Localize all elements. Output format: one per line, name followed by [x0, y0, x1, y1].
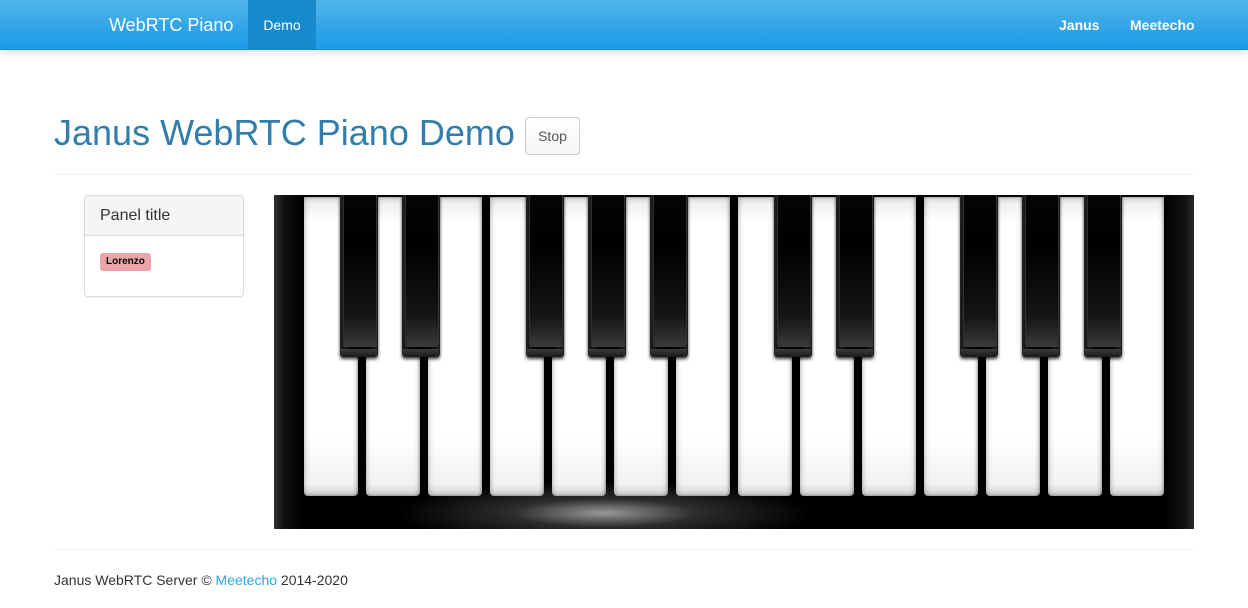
participant-label: Lorenzo	[100, 253, 151, 271]
header-divider	[54, 174, 1194, 175]
piano-black-key[interactable]	[402, 195, 440, 357]
footer-divider	[54, 549, 1194, 550]
footer: Janus WebRTC Server © Meetecho 2014-2020	[54, 572, 348, 588]
piano-black-key[interactable]	[340, 195, 378, 357]
nav-item-demo[interactable]: Demo	[248, 0, 316, 50]
piano-black-key[interactable]	[960, 195, 998, 357]
piano-black-key[interactable]	[836, 195, 874, 357]
piano-black-key[interactable]	[1084, 195, 1122, 357]
footer-suffix: 2014-2020	[277, 572, 348, 588]
piano-black-key[interactable]	[1022, 195, 1060, 357]
piano-black-key[interactable]	[588, 195, 626, 357]
footer-meetecho-link[interactable]: Meetecho	[216, 572, 277, 588]
nav-item-janus[interactable]: Janus	[1059, 0, 1099, 50]
nav-item-meetecho[interactable]: Meetecho	[1130, 0, 1195, 50]
piano-black-key[interactable]	[774, 195, 812, 357]
piano-black-key[interactable]	[650, 195, 688, 357]
participants-panel: Panel title Lorenzo	[84, 195, 244, 297]
panel-title: Panel title	[85, 196, 243, 236]
piano-black-key[interactable]	[526, 195, 564, 357]
top-navbar: WebRTC Piano Demo Janus Meetecho	[0, 0, 1248, 50]
footer-prefix: Janus WebRTC Server ©	[54, 572, 216, 588]
stop-button[interactable]: Stop	[525, 117, 580, 155]
piano-keyboard	[274, 195, 1194, 529]
brand-link[interactable]: WebRTC Piano	[109, 14, 233, 36]
page-title: Janus WebRTC Piano Demo	[54, 112, 515, 153]
